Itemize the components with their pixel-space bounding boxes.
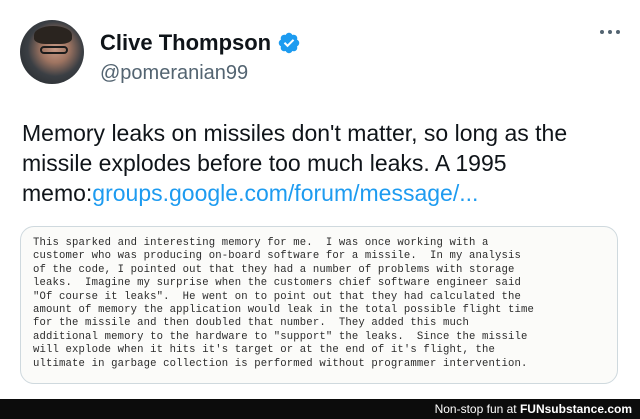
memo-line: for the missile and then doubled that nu… <box>33 317 469 330</box>
memo-line: customer who was producing on-board soft… <box>33 250 522 263</box>
memo-line: "Of course it leaks". He went on to poin… <box>33 290 522 303</box>
tweet-screenshot: Clive Thompson @pomeranian99 Memory leak… <box>0 0 640 419</box>
dot <box>600 30 604 34</box>
avatar[interactable] <box>20 20 84 84</box>
author-name[interactable]: Clive Thompson <box>100 30 271 56</box>
memo-line: amount of memory the application would l… <box>33 304 535 317</box>
tweet-link[interactable]: groups.google.com/forum/message/... <box>92 180 478 206</box>
watermark-footer: Non-stop fun at FUNsubstance.com <box>0 399 640 419</box>
footer-prefix: Non-stop fun at <box>434 402 520 416</box>
author-name-row: Clive Thompson <box>100 30 301 56</box>
memo-line: of the code, I pointed out that they had… <box>33 263 515 276</box>
memo-line: additional memory to the hardware to "su… <box>33 330 528 343</box>
dot <box>608 30 612 34</box>
more-options-icon[interactable] <box>600 30 620 34</box>
footer-brand[interactable]: FUNsubstance.com <box>520 402 632 416</box>
avatar-glasses <box>40 46 68 54</box>
memo-line: ultimate in garbage collection is perfor… <box>33 357 528 370</box>
author-handle[interactable]: @pomeranian99 <box>100 62 248 85</box>
avatar-hair <box>34 26 72 44</box>
dot <box>616 30 620 34</box>
memo-line: will explode when it hits it's target or… <box>33 344 496 357</box>
memo-line: leaks. Imagine my surprise when the cust… <box>33 277 522 290</box>
memo-line: This sparked and interesting memory for … <box>33 237 489 249</box>
tweet-text: Memory leaks on missiles don't matter, s… <box>22 118 622 208</box>
verified-badge-icon <box>278 32 300 54</box>
quoted-memo[interactable]: This sparked and interesting memory for … <box>20 226 618 384</box>
